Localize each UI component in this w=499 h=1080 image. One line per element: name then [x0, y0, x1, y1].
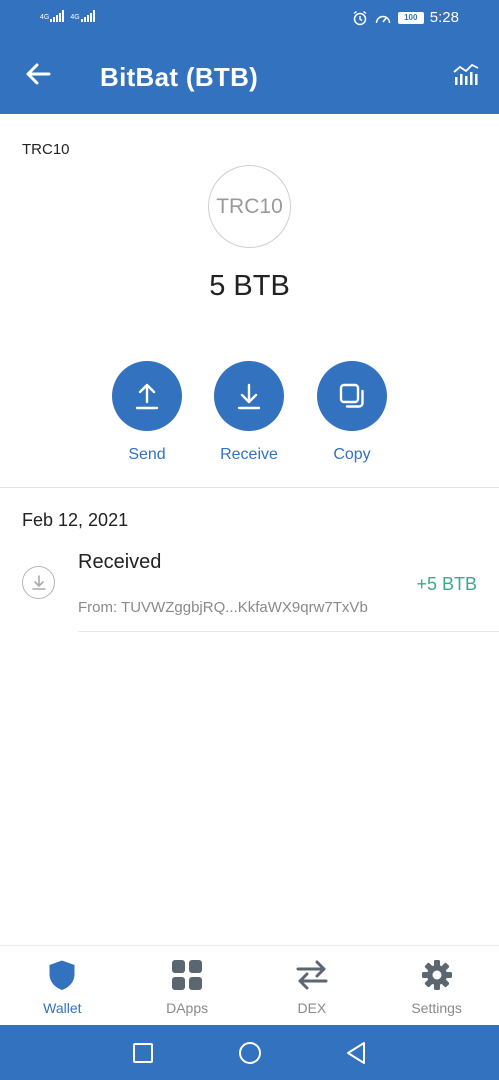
token-logo: TRC10	[208, 165, 291, 248]
copy-circle[interactable]	[317, 361, 387, 431]
clock: 5:28	[429, 9, 459, 26]
nav-wallet-icon-wrap[interactable]	[45, 958, 79, 992]
transaction-from-address: From: TUVWZggbjRQ...KkfaWX9qrw7TxVb	[78, 599, 368, 616]
download-icon	[237, 383, 261, 410]
swap-arrows-icon	[296, 960, 328, 990]
section-divider	[0, 487, 499, 488]
alarm-icon	[353, 10, 367, 25]
price-chart-button[interactable]	[449, 56, 483, 92]
recent-apps-button[interactable]	[130, 1040, 156, 1066]
nav-settings-icon-wrap[interactable]	[420, 958, 454, 992]
speedometer-icon	[375, 15, 391, 23]
square-icon	[133, 1043, 153, 1063]
battery-icon: 100	[397, 11, 424, 24]
arrow-left-icon	[26, 63, 51, 85]
network-type-1: 4G	[40, 14, 50, 21]
copy-button[interactable]: Copy	[302, 361, 402, 464]
download-icon	[31, 574, 46, 590]
receive-button[interactable]: Receive	[199, 361, 299, 464]
transaction-divider	[78, 631, 499, 632]
token-logo-text: TRC10	[216, 194, 283, 218]
page-title: BitBat (BTB)	[100, 62, 259, 92]
gear-icon	[421, 960, 452, 990]
token-standard-label: TRC10	[22, 141, 70, 158]
copy-icon	[339, 383, 364, 408]
nav-label-dapps[interactable]: DApps	[166, 1000, 208, 1016]
network-type-2: 4G	[70, 14, 80, 21]
nav-item-wallet[interactable]: Wallet	[0, 946, 125, 1025]
transaction-row[interactable]: Received From: TUVWZggbjRQ...KkfaWX9qrw7…	[0, 540, 499, 632]
circle-icon	[239, 1042, 261, 1064]
transaction-type: Received	[78, 551, 162, 573]
send-label[interactable]: Send	[128, 446, 165, 464]
send-button[interactable]: Send	[97, 361, 197, 464]
transaction-amount: +5 BTB	[416, 574, 477, 594]
receive-label[interactable]: Receive	[220, 446, 278, 464]
signal-bars-icon	[50, 10, 65, 22]
nav-dex-icon-wrap[interactable]	[295, 958, 329, 992]
received-icon	[22, 566, 55, 599]
triangle-back-icon	[347, 1042, 365, 1064]
network-signal-1: 4G	[40, 10, 65, 22]
status-bar: 4G 4G 100 5:28	[0, 0, 499, 36]
copy-label[interactable]: Copy	[333, 446, 370, 464]
receive-circle[interactable]	[214, 361, 284, 431]
home-button[interactable]	[237, 1040, 263, 1066]
shield-icon	[49, 960, 75, 990]
nav-label-dex[interactable]: DEX	[297, 1000, 326, 1016]
nav-item-settings[interactable]: Settings	[374, 946, 499, 1025]
nav-dapps-icon-wrap[interactable]	[170, 958, 204, 992]
system-navigation-bar	[0, 1025, 499, 1080]
send-circle[interactable]	[112, 361, 182, 431]
upload-icon	[135, 383, 159, 410]
action-buttons: Send Receive Copy	[0, 361, 499, 471]
grid-icon	[172, 960, 203, 990]
nav-label-wallet[interactable]: Wallet	[43, 1000, 81, 1016]
bottom-navigation: Wallet DApps DEX Settings	[0, 945, 499, 1025]
status-right: 100 5:28	[352, 9, 459, 26]
token-balance: 5 BTB	[209, 270, 290, 302]
back-nav-button[interactable]	[343, 1040, 369, 1066]
transaction-date-header: Feb 12, 2021	[22, 510, 129, 530]
app-bar: BitBat (BTB)	[0, 36, 499, 114]
bar-chart-icon	[453, 63, 479, 85]
nav-label-settings[interactable]: Settings	[411, 1000, 462, 1016]
back-button[interactable]	[18, 54, 58, 94]
nav-item-dapps[interactable]: DApps	[125, 946, 250, 1025]
network-indicators: 4G 4G	[40, 10, 95, 22]
nav-item-dex[interactable]: DEX	[250, 946, 375, 1025]
network-signal-2: 4G	[70, 10, 95, 22]
signal-bars-icon	[80, 10, 95, 22]
